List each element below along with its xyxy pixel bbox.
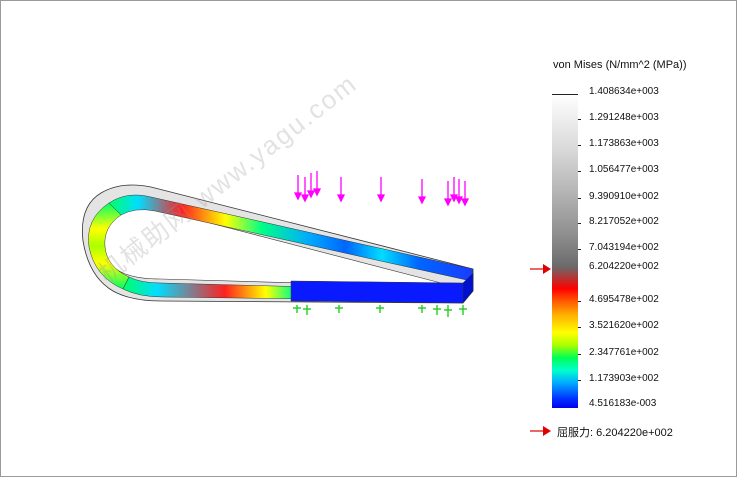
legend-tick-label: 4.695478e+002 [589, 294, 659, 305]
legend-tick-label: 1.173863e+003 [589, 138, 659, 149]
arrow-right-icon [530, 264, 551, 274]
arrow-right-icon [530, 426, 551, 436]
arrow-down-icon [300, 177, 310, 203]
legend-tick-label: 1.173903e+002 [589, 373, 659, 384]
fixture-icon [418, 305, 426, 313]
legend-tick-label: 6.204220e+002 [589, 261, 659, 272]
legend-tick-label: 1.291248e+003 [589, 112, 659, 123]
legend-tick-label: 9.390910e+002 [589, 191, 659, 202]
yield-strength-label: 屈服力: 6.204220e+002 [557, 427, 673, 439]
legend-tick-label: 2.347761e+002 [589, 347, 659, 358]
legend-tick-mark [578, 301, 581, 302]
fixture-icon [444, 305, 452, 317]
arrow-down-icon [454, 179, 464, 205]
legend-tick-label: 8.217052e+002 [589, 216, 659, 227]
fixture-markers [293, 305, 467, 317]
legend-tick-mark [578, 354, 581, 355]
legend-tick-label: 4.516183e-003 [589, 398, 657, 409]
arrow-down-icon [306, 173, 316, 199]
legend-tick-label: 1.408634e+003 [589, 86, 659, 97]
legend-tick-label: 1.056477e+003 [589, 164, 659, 175]
simulation-result-window: 机械助网 www.yagu.com von Mises (N/mm^2 (MPa… [0, 0, 737, 477]
legend-tick-label: 3.521620e+002 [589, 320, 659, 331]
legend-tick-mark [578, 327, 581, 328]
legend-tick-mark [578, 223, 581, 224]
fixture-icon [376, 305, 384, 313]
color-scale-top-line [552, 94, 578, 95]
load-arrows [293, 171, 470, 207]
arrow-down-icon [443, 181, 453, 207]
arrow-down-icon [312, 171, 322, 197]
legend-tick-mark [578, 145, 581, 146]
arrow-down-icon [417, 179, 427, 205]
legend-title: von Mises (N/mm^2 (MPa)) [553, 59, 687, 71]
legend-tick-mark [578, 380, 581, 381]
legend-tick-mark [578, 171, 581, 172]
color-scale-bar[interactable] [552, 94, 578, 408]
arrow-down-icon [460, 181, 470, 207]
fixture-icon [459, 305, 467, 315]
legend-tick-mark [578, 198, 581, 199]
legend-tick-mark [578, 249, 581, 250]
fixture-icon [433, 305, 441, 315]
arrow-down-icon [376, 177, 386, 203]
fixture-icon [293, 305, 301, 313]
legend-tick-mark [578, 119, 581, 120]
arrow-down-icon [293, 175, 303, 201]
fixture-icon [335, 305, 343, 313]
fixture-icon [303, 305, 311, 315]
legend-tick-label: 7.043194e+002 [589, 242, 659, 253]
arrow-down-icon [336, 177, 346, 203]
